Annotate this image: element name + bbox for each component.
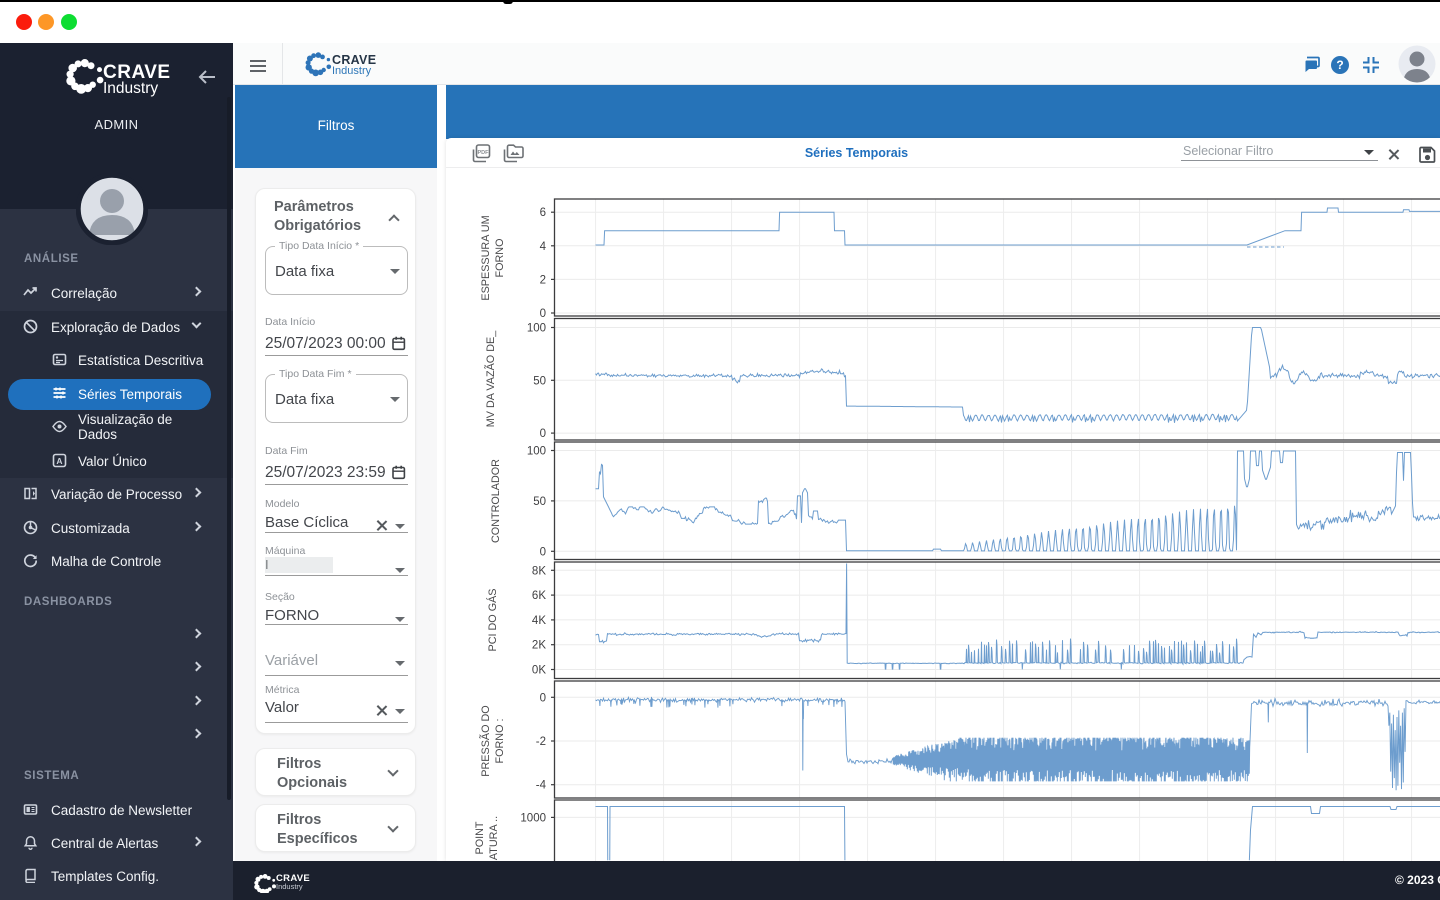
svg-text:8K: 8K	[532, 565, 546, 577]
svg-text:PRESSÃO DO: PRESSÃO DO	[479, 705, 492, 776]
svg-text:FORNO :: FORNO :	[494, 719, 506, 764]
svg-text:ATURA ..: ATURA ..	[488, 816, 500, 860]
svg-text:-2: -2	[536, 736, 546, 748]
svg-text:2: 2	[540, 274, 546, 286]
svg-text:1000: 1000	[520, 812, 546, 824]
svg-text:A: A	[56, 456, 62, 466]
svg-text:MV DA VAZÃO DE_: MV DA VAZÃO DE_	[484, 330, 497, 427]
svg-text:6K: 6K	[532, 590, 546, 602]
svg-text:50: 50	[533, 496, 546, 508]
svg-text:6: 6	[540, 207, 546, 219]
svg-text:100: 100	[527, 446, 546, 458]
svg-text:POINT: POINT	[474, 821, 486, 854]
svg-text:4K: 4K	[532, 615, 546, 627]
svg-text:PCI DO GÁS: PCI DO GÁS	[486, 589, 499, 652]
svg-text:50: 50	[533, 375, 546, 387]
svg-text:CONTROLADOR: CONTROLADOR	[490, 459, 502, 543]
svg-text:0: 0	[540, 308, 546, 320]
svg-text:ESPESSURA UM: ESPESSURA UM	[480, 215, 492, 300]
svg-text:0K: 0K	[532, 665, 546, 677]
svg-text:2K: 2K	[532, 640, 546, 652]
svg-text:4: 4	[540, 241, 547, 253]
svg-text:100: 100	[527, 323, 546, 335]
svg-text:PDF: PDF	[478, 150, 490, 156]
svg-text:FORNO: FORNO	[494, 239, 506, 278]
svg-text:0: 0	[540, 692, 546, 704]
svg-text:-4: -4	[536, 780, 547, 792]
svg-text:0: 0	[540, 546, 546, 558]
svg-text:?: ?	[1336, 58, 1343, 72]
svg-text:0: 0	[540, 428, 546, 440]
